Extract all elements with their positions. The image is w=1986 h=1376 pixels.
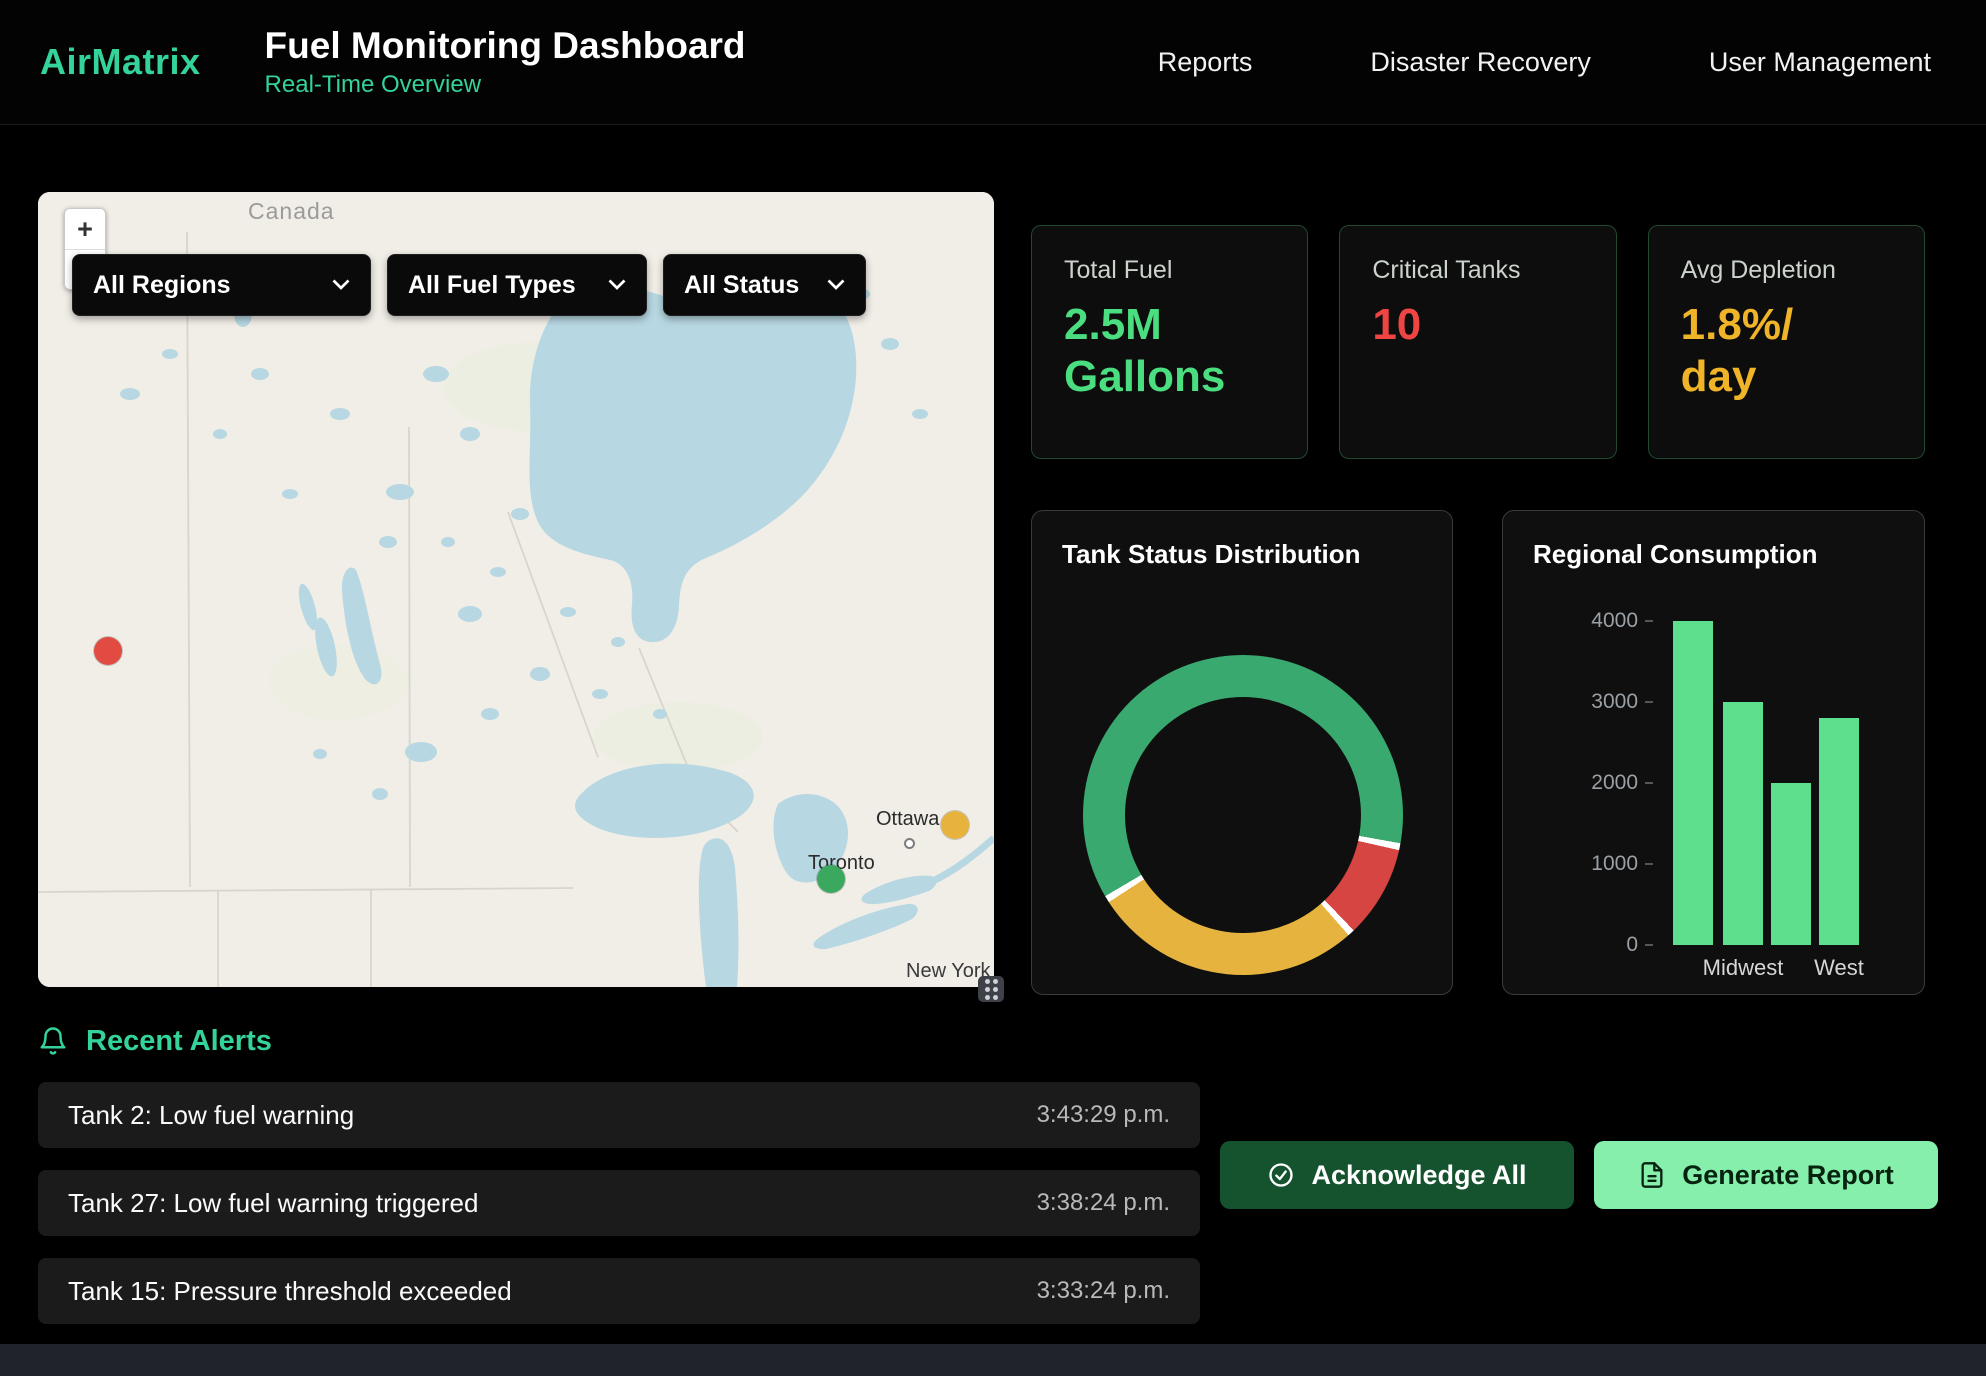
stat-label: Total Fuel xyxy=(1064,256,1275,285)
stat-card-total-fuel: Total Fuel 2.5M Gallons xyxy=(1031,225,1308,459)
brand-logo[interactable]: AirMatrix xyxy=(40,41,201,83)
alert-time: 3:33:24 p.m. xyxy=(1037,1277,1170,1305)
bar-chart-y-axis: 4000 3000 2000 1000 0 xyxy=(1503,621,1663,945)
document-icon xyxy=(1638,1161,1666,1189)
bar-chart-x-axis: Midwest West xyxy=(1673,955,1895,985)
stat-label: Critical Tanks xyxy=(1372,256,1583,285)
page-subtitle: Real-Time Overview xyxy=(265,71,746,99)
alert-time: 3:43:29 p.m. xyxy=(1037,1101,1170,1129)
x-label: Midwest xyxy=(1703,955,1784,981)
y-tick: 2000 xyxy=(1591,771,1653,795)
stat-value-critical-tanks: 10 xyxy=(1372,299,1583,351)
donut-hole xyxy=(1125,697,1361,933)
stat-card-avg-depletion: Avg Depletion 1.8%/ day xyxy=(1648,225,1925,459)
ottawa-town-ring-icon xyxy=(904,838,915,849)
y-tick: 1000 xyxy=(1591,852,1653,876)
acknowledge-all-button[interactable]: Acknowledge All xyxy=(1220,1141,1574,1209)
tank-status-card: Tank Status Distribution xyxy=(1031,510,1453,995)
map-filter-bar: All Regions All Fuel Types All Status xyxy=(72,254,866,316)
charts-row: Tank Status Distribution Regional Consum… xyxy=(1031,510,1925,995)
x-label: West xyxy=(1814,955,1864,981)
stats-row: Total Fuel 2.5M Gallons Critical Tanks 1… xyxy=(1031,225,1925,459)
nav-item-reports[interactable]: Reports xyxy=(1158,47,1253,78)
nav-item-disaster-recovery[interactable]: Disaster Recovery xyxy=(1370,47,1591,78)
footer-strip xyxy=(0,1344,1986,1376)
bar-chart-plot xyxy=(1673,621,1895,945)
fuel-type-filter-select[interactable]: All Fuel Types xyxy=(387,254,647,316)
dashboard-right-column: Total Fuel 2.5M Gallons Critical Tanks 1… xyxy=(1031,225,1925,995)
alerts-header: Recent Alerts xyxy=(38,1018,1945,1064)
app-header: AirMatrix Fuel Monitoring Dashboard Real… xyxy=(0,0,1986,125)
map-panel[interactable]: Canada Ottawa Toronto New York + − All R… xyxy=(38,192,994,987)
fuel-type-filter-value: All Fuel Types xyxy=(408,271,576,300)
stat-label: Avg Depletion xyxy=(1681,256,1892,285)
alert-list: Tank 2: Low fuel warning 3:43:29 p.m. Ta… xyxy=(38,1082,1200,1324)
stat-card-critical-tanks: Critical Tanks 10 xyxy=(1339,225,1616,459)
alert-message: Tank 2: Low fuel warning xyxy=(68,1100,354,1131)
bell-icon xyxy=(38,1026,68,1056)
generate-report-button[interactable]: Generate Report xyxy=(1594,1141,1938,1209)
status-filter-select[interactable]: All Status xyxy=(663,254,866,316)
alert-actions: Acknowledge All Generate Report xyxy=(1220,1141,1938,1209)
bar-region-1 xyxy=(1673,621,1713,945)
map-label-ottawa: Ottawa xyxy=(876,808,939,831)
stat-value-total-fuel: 2.5M Gallons xyxy=(1064,299,1275,403)
page-title: Fuel Monitoring Dashboard xyxy=(265,25,746,66)
tank-marker-warning[interactable] xyxy=(941,811,969,839)
alert-message: Tank 27: Low fuel warning triggered xyxy=(68,1188,478,1219)
bar-region-west xyxy=(1819,718,1859,945)
main-content: Canada Ottawa Toronto New York + − All R… xyxy=(38,192,1925,995)
chevron-down-icon xyxy=(608,279,626,291)
alert-row: Tank 2: Low fuel warning 3:43:29 p.m. xyxy=(38,1082,1200,1148)
alert-row: Tank 27: Low fuel warning triggered 3:38… xyxy=(38,1170,1200,1236)
y-tick: 4000 xyxy=(1591,609,1653,633)
bar-region-midwest xyxy=(1723,702,1763,945)
recent-alerts-section: Recent Alerts Tank 2: Low fuel warning 3… xyxy=(38,1018,1945,1324)
alerts-title: Recent Alerts xyxy=(86,1025,272,1058)
nav-item-user-management[interactable]: User Management xyxy=(1709,47,1931,78)
map-label-canada: Canada xyxy=(248,198,335,225)
region-filter-select[interactable]: All Regions xyxy=(72,254,371,316)
alert-time: 3:38:24 p.m. xyxy=(1037,1189,1170,1217)
chevron-down-icon xyxy=(827,279,845,291)
chart-title: Regional Consumption xyxy=(1533,539,1894,570)
title-block: Fuel Monitoring Dashboard Real-Time Over… xyxy=(265,25,746,99)
top-nav: Reports Disaster Recovery User Managemen… xyxy=(1158,47,1931,78)
acknowledge-all-label: Acknowledge All xyxy=(1311,1160,1526,1191)
stat-value-avg-depletion: 1.8%/ day xyxy=(1681,299,1892,403)
map-resize-handle[interactable] xyxy=(978,976,1004,1002)
tank-status-donut xyxy=(1083,655,1403,975)
tank-marker-normal[interactable] xyxy=(817,865,845,893)
y-tick: 3000 xyxy=(1591,690,1653,714)
check-circle-icon xyxy=(1267,1161,1295,1189)
zoom-in-button[interactable]: + xyxy=(65,209,105,249)
chevron-down-icon xyxy=(332,279,350,291)
status-filter-value: All Status xyxy=(684,271,799,300)
regional-consumption-card: Regional Consumption 4000 3000 2000 1000… xyxy=(1502,510,1925,995)
tank-marker-critical[interactable] xyxy=(94,637,122,665)
bar-region-3 xyxy=(1771,783,1811,945)
region-filter-value: All Regions xyxy=(93,271,231,300)
y-tick: 0 xyxy=(1626,933,1653,957)
chart-title: Tank Status Distribution xyxy=(1062,539,1422,570)
generate-report-label: Generate Report xyxy=(1682,1160,1894,1191)
alert-message: Tank 15: Pressure threshold exceeded xyxy=(68,1276,512,1307)
alert-row: Tank 15: Pressure threshold exceeded 3:3… xyxy=(38,1258,1200,1324)
